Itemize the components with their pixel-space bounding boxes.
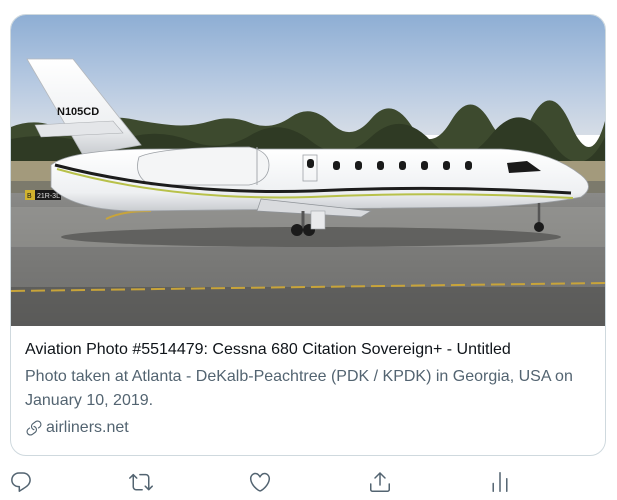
taxiway-sign-text: 21R-3L bbox=[37, 193, 60, 200]
reply-icon bbox=[11, 472, 31, 492]
tweet-actions bbox=[0, 466, 617, 498]
card-domain[interactable]: airliners.net bbox=[25, 419, 595, 437]
analytics-button[interactable] bbox=[488, 470, 512, 494]
heart-icon bbox=[249, 472, 271, 492]
card-description: Photo taken at Atlanta - DeKalb-Peachtre… bbox=[25, 368, 573, 409]
card-image[interactable]: B 21R-3L N105CD bbox=[11, 15, 605, 326]
share-button[interactable] bbox=[368, 470, 392, 494]
registration-text: N105CD bbox=[57, 106, 99, 118]
link-card[interactable]: B 21R-3L N105CD Aviation Photo #5514479:… bbox=[10, 14, 606, 456]
reply-button[interactable] bbox=[9, 470, 33, 494]
retweet-icon bbox=[129, 473, 153, 491]
analytics-icon bbox=[492, 472, 508, 492]
link-icon bbox=[26, 420, 42, 436]
like-button[interactable] bbox=[248, 470, 272, 494]
card-title[interactable]: Aviation Photo #5514479: Cessna 680 Cita… bbox=[25, 339, 595, 361]
share-icon bbox=[370, 472, 390, 492]
aircraft-photo: B 21R-3L N105CD bbox=[11, 15, 605, 326]
retweet-button[interactable] bbox=[129, 470, 153, 494]
taxiway-sign-prefix: B bbox=[27, 193, 32, 200]
card-domain-text: airliners.net bbox=[46, 419, 129, 436]
